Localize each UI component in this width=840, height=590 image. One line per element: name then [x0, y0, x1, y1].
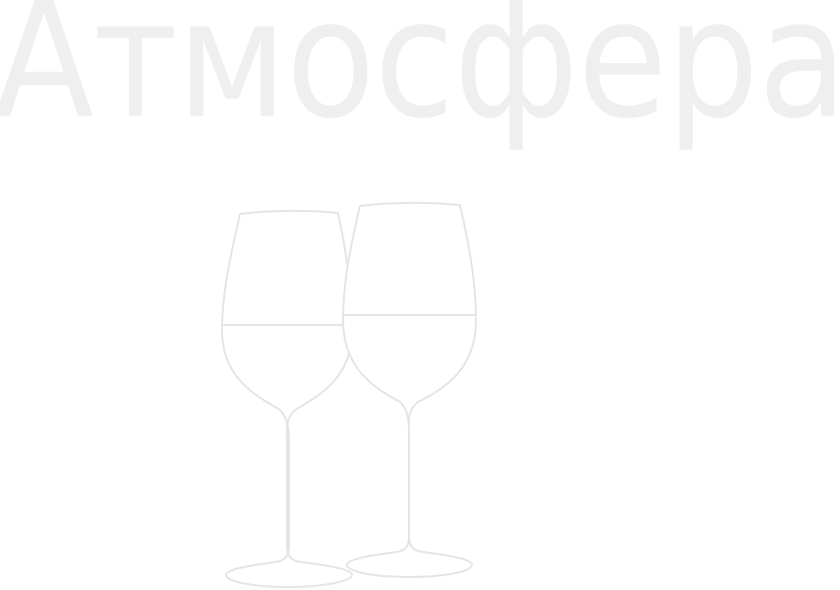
wine-glasses-icon — [221, 201, 477, 588]
right-wine-glass-icon — [342, 201, 477, 578]
left-wine-glass-icon — [221, 209, 353, 588]
